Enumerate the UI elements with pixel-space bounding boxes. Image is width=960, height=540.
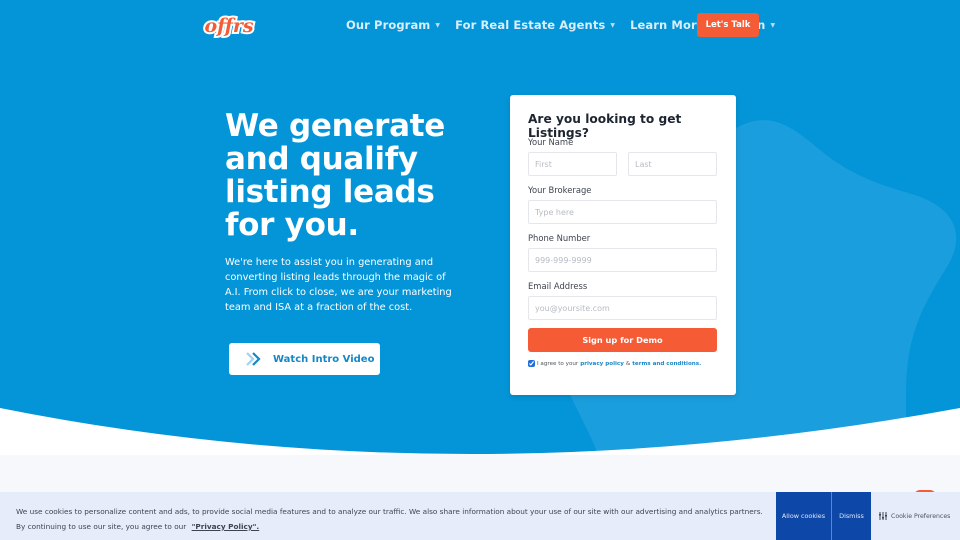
lets-talk-button[interactable]: Let's Talk	[697, 13, 759, 37]
sliders-icon	[879, 512, 887, 520]
privacy-policy-link[interactable]: privacy policy	[580, 361, 624, 367]
video-button-label: Watch Intro Video	[273, 353, 375, 365]
privacy-policy-cookie-link[interactable]: "Privacy Policy".	[192, 522, 260, 531]
phone-label: Phone Number	[528, 233, 591, 243]
nav-label: For Real Estate Agents	[455, 18, 606, 32]
cookie-text: We use cookies to personalize content an…	[16, 504, 766, 534]
nav-label: Learn More	[630, 18, 705, 32]
demo-signup-form: Are you looking to get Listings? Your Na…	[510, 95, 736, 395]
allow-cookies-button[interactable]: Allow cookies	[776, 492, 832, 540]
chevron-down-icon: ▼	[610, 21, 616, 29]
email-label: Email Address	[528, 281, 588, 291]
chevron-down-icon: ▼	[770, 21, 776, 29]
last-name-input[interactable]	[628, 152, 717, 176]
double-chevron-right-icon	[246, 352, 261, 366]
chevron-down-icon: ▼	[435, 21, 441, 29]
hero-subtext: We're here to assist you in generating a…	[225, 257, 452, 313]
watch-intro-video-button[interactable]: Watch Intro Video	[229, 343, 380, 375]
sign-up-for-demo-button[interactable]: Sign up for Demo	[528, 328, 717, 352]
cookie-message: We use cookies to personalize content an…	[16, 507, 763, 531]
agree-checkbox[interactable]	[528, 360, 535, 367]
terms-link[interactable]: terms and conditions.	[632, 361, 701, 367]
agree-text: I agree to your	[537, 360, 579, 367]
form-title: Are you looking to get Listings?	[528, 112, 682, 140]
ampersand: &	[625, 360, 631, 367]
cookie-preferences-button[interactable]: Cookie Preferences	[879, 492, 950, 540]
agree-terms: I agree to your privacy policy & terms a…	[528, 360, 703, 367]
nav-for-real-estate-agents[interactable]: For Real Estate Agents ▼	[455, 17, 615, 33]
offrs-logo[interactable]: offrs	[200, 10, 258, 42]
nav-label: Our Program	[346, 18, 431, 32]
cookie-preferences-label: Cookie Preferences	[891, 512, 951, 520]
name-label: Your Name	[528, 137, 574, 147]
brokerage-input[interactable]	[528, 200, 717, 224]
cookie-banner: We use cookies to personalize content an…	[0, 492, 960, 540]
hero-headline: We generate and qualify listing leads fo…	[225, 108, 445, 243]
phone-input[interactable]	[528, 248, 717, 272]
svg-text:offrs: offrs	[204, 15, 253, 37]
nav-our-program[interactable]: Our Program ▼	[346, 17, 440, 33]
email-input[interactable]	[528, 296, 717, 320]
first-name-input[interactable]	[528, 152, 617, 176]
dismiss-cookies-button[interactable]: Dismiss	[832, 492, 871, 540]
brokerage-label: Your Brokerage	[528, 185, 592, 195]
